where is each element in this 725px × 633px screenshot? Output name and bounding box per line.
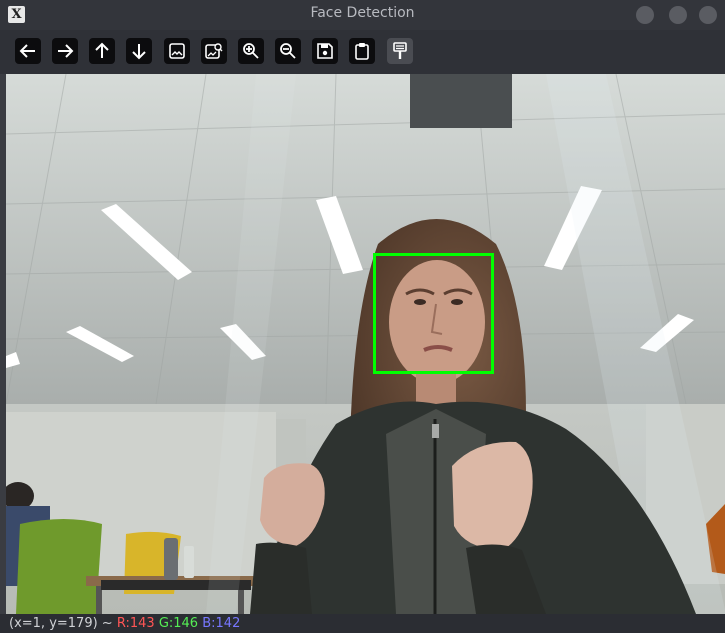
close-button[interactable] [699, 6, 717, 24]
zoom-original-button[interactable] [201, 38, 227, 64]
image-icon [169, 43, 185, 59]
save-button[interactable] [312, 38, 338, 64]
arrow-up-icon [95, 42, 109, 58]
title-bar[interactable]: X Face Detection [0, 0, 725, 30]
pan-down-button[interactable] [126, 38, 152, 64]
zoom-out-button[interactable] [275, 38, 301, 64]
image-canvas[interactable] [6, 74, 725, 614]
app-window: X Face Detection (x=1, y=179) ~ R:143 G:… [0, 0, 725, 633]
copy-to-clipboard-button[interactable] [349, 38, 375, 64]
minimize-button[interactable] [636, 6, 654, 24]
clipboard-icon [355, 43, 369, 60]
camera-frame [6, 74, 725, 614]
ceiling-vent [410, 74, 512, 128]
zoom-out-icon [280, 43, 296, 59]
toolbar [0, 30, 725, 74]
pan-up-button[interactable] [89, 38, 115, 64]
zoom-in-button[interactable] [238, 38, 264, 64]
pixel-red-value: R:143 [116, 616, 155, 631]
status-bar: (x=1, y=179) ~ R:143 G:146 B:142 [0, 614, 725, 633]
window-title: Face Detection [310, 5, 415, 21]
pixel-blue-value: B:142 [202, 616, 241, 631]
pan-left-button[interactable] [15, 38, 41, 64]
zoom-fit-button[interactable] [164, 38, 190, 64]
arrow-left-icon [19, 44, 35, 58]
properties-icon [393, 42, 407, 59]
properties-button[interactable] [387, 38, 413, 64]
arrow-right-icon [58, 44, 74, 58]
pan-right-button[interactable] [52, 38, 78, 64]
maximize-button[interactable] [669, 6, 687, 24]
image-search-icon [205, 43, 223, 59]
pixel-green-value: G:146 [158, 616, 199, 631]
save-icon [317, 43, 333, 59]
subject-face [389, 260, 485, 384]
cursor-coordinates: (x=1, y=179) ~ [9, 616, 113, 631]
arrow-down-icon [132, 44, 146, 60]
zoom-in-icon [243, 43, 259, 59]
